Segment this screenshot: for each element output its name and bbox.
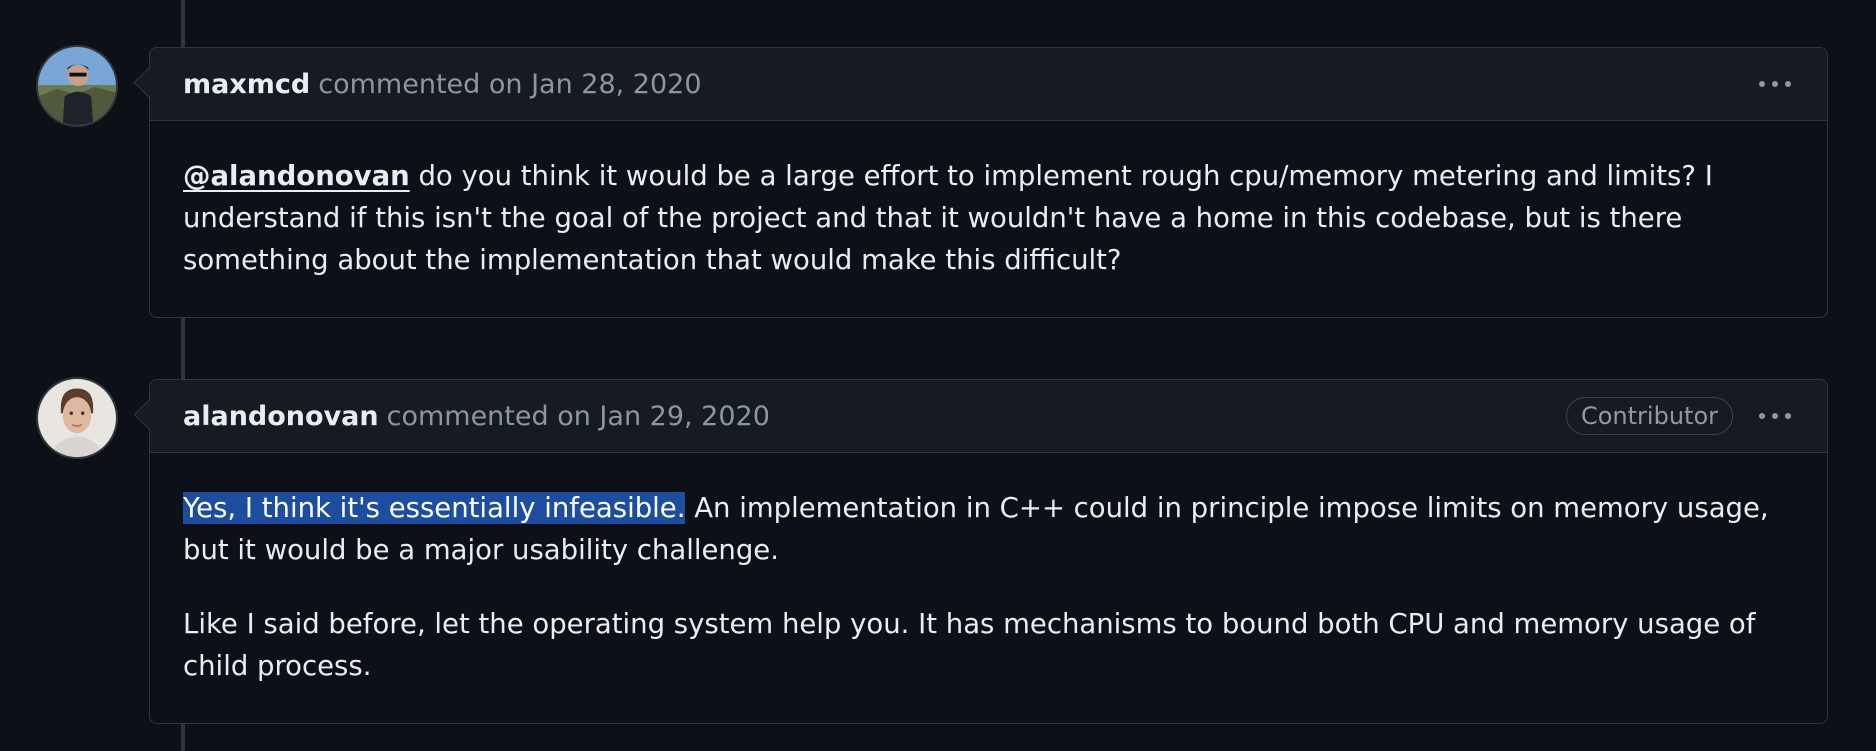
contributor-badge: Contributor [1565, 397, 1733, 435]
comment-header: maxmcd commented on Jan 28, 2020 [150, 48, 1827, 121]
comment-paragraph: @alandonovan do you think it would be a … [183, 155, 1794, 281]
user-mention-link[interactable]: @alandonovan [183, 160, 410, 192]
avatar-alandonovan[interactable] [36, 377, 118, 459]
comment-header: alandonovan commented on Jan 29, 2020 Co… [150, 380, 1827, 453]
comment-card: alandonovan commented on Jan 29, 2020 Co… [149, 379, 1828, 724]
comment-body: Yes, I think it's essentially infeasible… [150, 453, 1827, 723]
more-options-icon[interactable] [1755, 407, 1795, 425]
more-options-icon[interactable] [1755, 75, 1795, 93]
selected-text: Yes, I think it's essentially infeasible… [183, 492, 686, 524]
comment-text: do you think it would be a large effort … [183, 160, 1713, 276]
comment-body: @alandonovan do you think it would be a … [150, 121, 1827, 317]
avatar-maxmcd[interactable] [36, 45, 118, 127]
comment-author[interactable]: maxmcd [183, 69, 310, 100]
comment-card: maxmcd commented on Jan 28, 2020 @alando… [149, 47, 1828, 318]
comment-timestamp[interactable]: commented on Jan 29, 2020 [387, 401, 770, 432]
comment-paragraph: Yes, I think it's essentially infeasible… [183, 487, 1794, 571]
comment-paragraph: Like I said before, let the operating sy… [183, 608, 1756, 682]
comment-timestamp[interactable]: commented on Jan 28, 2020 [318, 69, 701, 100]
timeline: maxmcd commented on Jan 28, 2020 @alando… [0, 0, 1876, 751]
comment-author[interactable]: alandonovan [183, 401, 379, 432]
